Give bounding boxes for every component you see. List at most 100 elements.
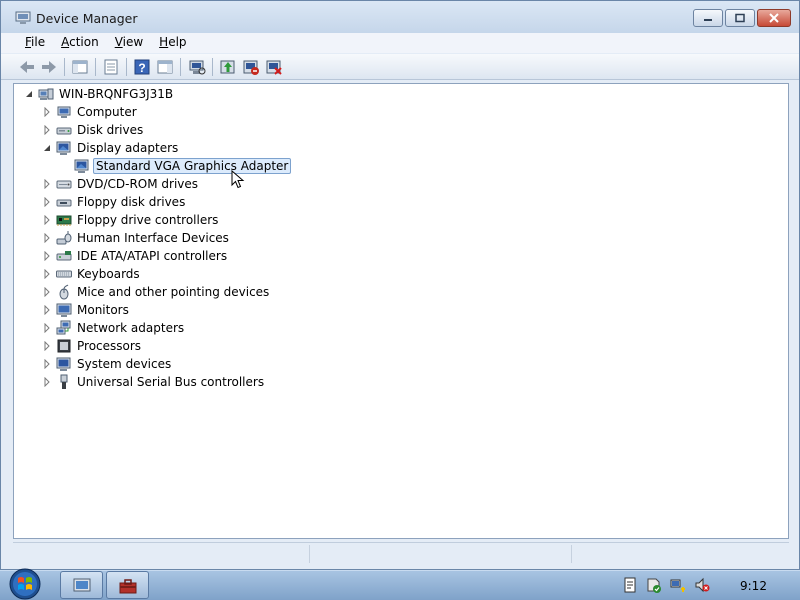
tree-item-label: Keyboards: [77, 267, 140, 281]
forward-icon[interactable]: [39, 57, 59, 77]
network-adapter-icon: [56, 320, 71, 335]
collapse-arrow-icon[interactable]: [24, 89, 34, 99]
notes-icon[interactable]: [622, 577, 638, 593]
tree-item-ide-ata-atapi-controllers[interactable]: IDE ATA/ATAPI controllers: [42, 247, 229, 265]
taskbar-toolbox-button[interactable]: [106, 571, 149, 599]
status-cell: [571, 545, 789, 563]
expand-arrow-icon[interactable]: [42, 197, 52, 207]
expand-arrow-icon[interactable]: [42, 359, 52, 369]
tree-item-label: Network adapters: [77, 321, 185, 335]
disk-drive-icon: [56, 127, 72, 135]
expand-arrow-icon[interactable]: [42, 107, 52, 117]
tree-item-system-devices[interactable]: System devices: [42, 355, 173, 373]
tree-item-floppy-disk-drives[interactable]: Floppy disk drives: [42, 193, 187, 211]
tree-item-standard-vga-graphics-adapter[interactable]: Standard VGA Graphics Adapter: [74, 157, 292, 175]
processor-icon: [57, 339, 71, 353]
tree-root[interactable]: WIN-BRQNFG3J31B: [24, 85, 175, 103]
action-center-icon[interactable]: [646, 577, 662, 593]
ide-controller-icon: [56, 251, 72, 261]
disable-device-icon[interactable]: [241, 57, 261, 77]
tree-item-label: Mice and other pointing devices: [77, 285, 270, 299]
device-tree[interactable]: WIN-BRQNFG3J31B Computer Disk drives Dis…: [13, 83, 789, 539]
minimize-button[interactable]: [693, 9, 723, 27]
expand-arrow-icon[interactable]: [42, 125, 52, 135]
tree-item-monitors[interactable]: Monitors: [42, 301, 131, 319]
menu-action-accel: A: [61, 35, 70, 49]
update-driver-icon[interactable]: [218, 57, 238, 77]
window-title: Device Manager: [36, 11, 138, 26]
tree-item-floppy-drive-controllers[interactable]: Floppy drive controllers: [42, 211, 220, 229]
menu-bar: File Action View Help: [1, 33, 799, 53]
root-label: WIN-BRQNFG3J31B: [59, 87, 174, 101]
tree-item-label: Computer: [77, 105, 137, 119]
taskbar-server-manager-button[interactable]: [60, 571, 103, 599]
expand-arrow-icon[interactable]: [42, 323, 52, 333]
properties-icon[interactable]: [101, 57, 121, 77]
menu-help-label: elp: [168, 35, 187, 49]
svg-text:?: ?: [138, 61, 145, 75]
menu-file-label: ile: [31, 35, 46, 49]
uninstall-device-icon[interactable]: [264, 57, 284, 77]
maximize-icon: [735, 13, 745, 23]
help-icon[interactable]: ?: [132, 57, 152, 77]
tree-item-label: Floppy drive controllers: [77, 213, 219, 227]
menu-help-accel: H: [159, 35, 169, 49]
tree-item-label: Standard VGA Graphics Adapter: [93, 158, 292, 174]
tree-item-keyboards[interactable]: Keyboards: [42, 265, 142, 283]
server-manager-icon: [73, 578, 91, 592]
expand-arrow-icon[interactable]: [42, 179, 52, 189]
tree-item-processors[interactable]: Processors: [42, 337, 143, 355]
expand-arrow-icon[interactable]: [42, 305, 52, 315]
tree-item-label: Disk drives: [77, 123, 144, 137]
tree-item-label: System devices: [77, 357, 172, 371]
maximize-button[interactable]: [725, 9, 755, 27]
volume-muted-icon[interactable]: [694, 577, 710, 593]
status-cell: [309, 545, 571, 563]
expand-arrow-icon[interactable]: [42, 341, 52, 351]
tree-item-human-interface-devices[interactable]: Human Interface Devices: [42, 229, 231, 247]
tree-item-label: Monitors: [77, 303, 129, 317]
expand-arrow-icon[interactable]: [42, 233, 52, 243]
minimize-icon: [704, 19, 712, 21]
tree-item-computer[interactable]: Computer: [42, 103, 139, 121]
expand-arrow-icon[interactable]: [42, 215, 52, 225]
expand-arrow-icon[interactable]: [42, 251, 52, 261]
tree-item-label: Universal Serial Bus controllers: [77, 375, 265, 389]
device-manager-icon: [15, 11, 31, 24]
tree-item-label: DVD/CD-ROM drives: [77, 177, 199, 191]
taskbar-clock[interactable]: 9:12: [740, 579, 767, 593]
menu-view[interactable]: View: [107, 33, 151, 53]
toolbar-separator: [212, 58, 213, 76]
show-hide-console-tree-icon[interactable]: [70, 57, 90, 77]
tree-item-dvd-cd-rom-drives[interactable]: DVD/CD-ROM drives: [42, 175, 200, 193]
display-adapter-icon: [56, 141, 71, 155]
expand-arrow-icon[interactable]: [42, 269, 52, 279]
floppy-drive-icon: [56, 199, 72, 207]
close-button[interactable]: [757, 9, 791, 27]
scan-hardware-icon[interactable]: [187, 57, 207, 77]
mouse-cursor-icon: [231, 170, 245, 189]
menu-view-accel: V: [114, 35, 123, 49]
tree-item-display-adapters[interactable]: Display adapters: [42, 139, 180, 157]
menu-file[interactable]: File: [17, 33, 53, 53]
expand-arrow-icon[interactable]: [42, 377, 52, 387]
collapse-arrow-icon[interactable]: [42, 143, 52, 153]
expand-arrow-icon[interactable]: [42, 287, 52, 297]
tree-item-network-adapters[interactable]: Network adapters: [42, 319, 186, 337]
network-icon[interactable]: [670, 577, 686, 593]
tree-item-label: Display adapters: [77, 141, 179, 155]
toolbar-separator: [95, 58, 96, 76]
title-bar[interactable]: Device Manager: [1, 1, 799, 33]
tree-item-mice-and-other-pointing-devices[interactable]: Mice and other pointing devices: [42, 283, 271, 301]
tree-item-label: Processors: [77, 339, 142, 353]
start-button[interactable]: [6, 568, 44, 600]
back-icon[interactable]: [17, 57, 37, 77]
tree-item-disk-drives[interactable]: Disk drives: [42, 121, 145, 139]
show-hide-action-pane-icon[interactable]: [155, 57, 175, 77]
tree-item-universal-serial-bus-controllers[interactable]: Universal Serial Bus controllers: [42, 373, 266, 391]
status-bar: [13, 542, 789, 564]
menu-action[interactable]: Action: [53, 33, 107, 53]
toolbar: ?: [1, 54, 799, 80]
hid-icon: [56, 231, 72, 245]
menu-help[interactable]: Help: [151, 33, 194, 53]
